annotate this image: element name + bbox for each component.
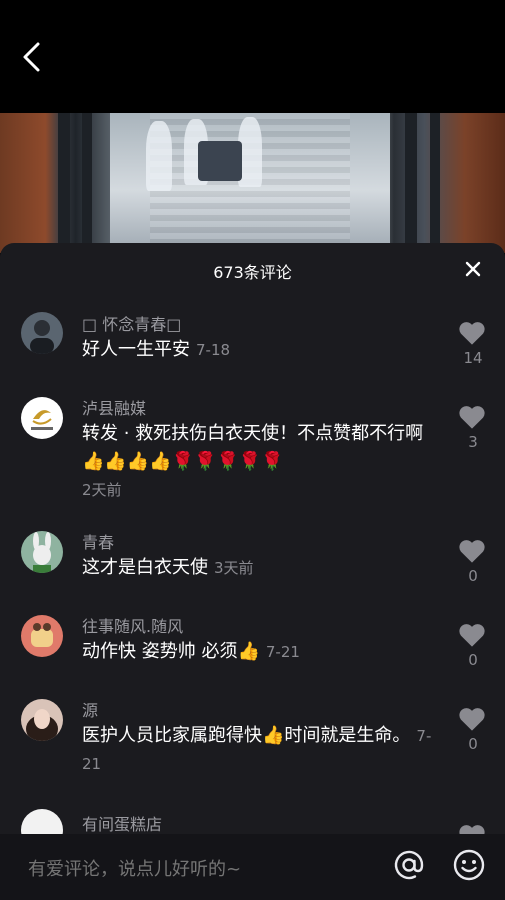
comment-emojis: 👍👍👍👍🌹🌹🌹🌹🌹 [82, 451, 284, 472]
heart-icon [459, 624, 485, 647]
comment-item: 源 医护人员比家属跑得快👍时间就是生命。 7-21 0 [0, 697, 505, 807]
emoji-button[interactable] [452, 848, 486, 882]
comment-input-bar [0, 834, 505, 900]
heart-icon [459, 322, 485, 345]
comment-username[interactable]: □ 怀念青春□ [82, 311, 181, 335]
comment-text: 转发 · 救死扶伤白衣天使！不点赞都不行啊 👍👍👍👍🌹🌹🌹🌹🌹 [82, 420, 432, 476]
comment-body: 好人一生平安 [82, 339, 190, 360]
avatar[interactable] [21, 615, 63, 657]
comment-body-2: 时间就是生命。 [284, 725, 411, 746]
heart-icon [459, 540, 485, 563]
comment-text: 这才是白衣天使 3天前 [82, 554, 432, 582]
comment-item: 泸县融媒 转发 · 救死扶伤白衣天使！不点赞都不行啊👍👍👍👍🌹🌹🌹🌹🌹 2天前 … [0, 393, 505, 523]
pillar [58, 113, 70, 253]
comment-date: 3天前 [214, 559, 254, 577]
comment-username[interactable]: 源 [82, 697, 98, 721]
smiley-icon [453, 849, 485, 881]
at-icon [394, 850, 424, 880]
avatar[interactable] [21, 397, 63, 439]
comment-date: 7-21 [265, 643, 300, 661]
comment-item: 往事随风.随风 动作快 姿势帅 必须👍 7-21 0 [0, 613, 505, 699]
comment-input[interactable] [26, 854, 360, 884]
heart-icon [459, 825, 485, 834]
comment-item: 青春 这才是白衣天使 3天前 0 [0, 529, 505, 615]
close-icon [465, 261, 481, 277]
chevron-left-icon [23, 42, 40, 72]
comment-username[interactable]: 往事随风.随风 [82, 613, 183, 637]
like-button[interactable] [458, 706, 488, 736]
like-button[interactable] [458, 622, 488, 652]
like-count: 0 [468, 651, 478, 669]
comment-body: 医护人员比家属跑得快 [82, 725, 262, 746]
video-preview[interactable] [0, 113, 505, 253]
back-button[interactable] [18, 40, 48, 74]
avatar[interactable] [21, 699, 63, 741]
pillar [82, 113, 92, 253]
avatar[interactable] [21, 312, 63, 354]
like-button[interactable] [458, 404, 488, 434]
pillar [430, 113, 440, 253]
heart-icon [459, 406, 485, 429]
top-bar [0, 0, 505, 113]
stretcher [198, 141, 242, 181]
avatar[interactable] [21, 531, 63, 573]
comment-list[interactable]: □ 怀念青春□ 好人一生平安 7-18 14 泸县融媒 转发 · 救死扶伤白衣天使… [0, 297, 505, 834]
like-count: 3 [468, 433, 478, 451]
comment-username[interactable]: 青春 [82, 529, 114, 553]
like-button[interactable] [458, 320, 488, 350]
like-button[interactable] [458, 538, 488, 568]
comment-username[interactable]: 有间蛋糕店 [82, 811, 162, 834]
close-button[interactable] [461, 257, 485, 281]
comment-emojis: 👍 [262, 725, 285, 746]
like-count: 0 [468, 567, 478, 585]
like-count: 0 [468, 735, 478, 753]
medic-figure [146, 121, 172, 191]
sheet-header: 673条评论 [0, 243, 505, 297]
comment-emojis: 👍 [237, 641, 260, 662]
comment-date: 2天前 [82, 481, 122, 499]
comment-text: 动作快 姿势帅 必须👍 7-21 [82, 638, 432, 666]
comment-body: 这才是白衣天使 [82, 557, 208, 578]
comment-count-title: 673条评论 [213, 263, 292, 282]
mention-button[interactable] [392, 848, 426, 882]
comment-username[interactable]: 泸县融媒 [82, 395, 146, 419]
comment-date: 7-18 [196, 341, 231, 359]
comment-item: □ 怀念青春□ 好人一生平安 7-18 14 [0, 297, 505, 393]
avatar[interactable] [21, 809, 63, 834]
comment-text: 好人一生平安 7-18 [82, 336, 432, 364]
like-count: 14 [463, 349, 483, 367]
pillar [405, 113, 417, 253]
comment-body: 转发 · 救死扶伤白衣天使！不点赞都不行啊 [82, 423, 424, 444]
heart-icon [459, 708, 485, 731]
comment-item: 有间蛋糕店 [0, 809, 505, 834]
comment-sheet: 673条评论 □ 怀念青春□ 好人一生平安 7-18 14 泸县融媒 转发 · … [0, 243, 505, 900]
like-button[interactable] [458, 823, 488, 834]
comment-text: 医护人员比家属跑得快👍时间就是生命。 7-21 [82, 722, 432, 778]
comment-body: 动作快 姿势帅 必须 [82, 641, 238, 662]
